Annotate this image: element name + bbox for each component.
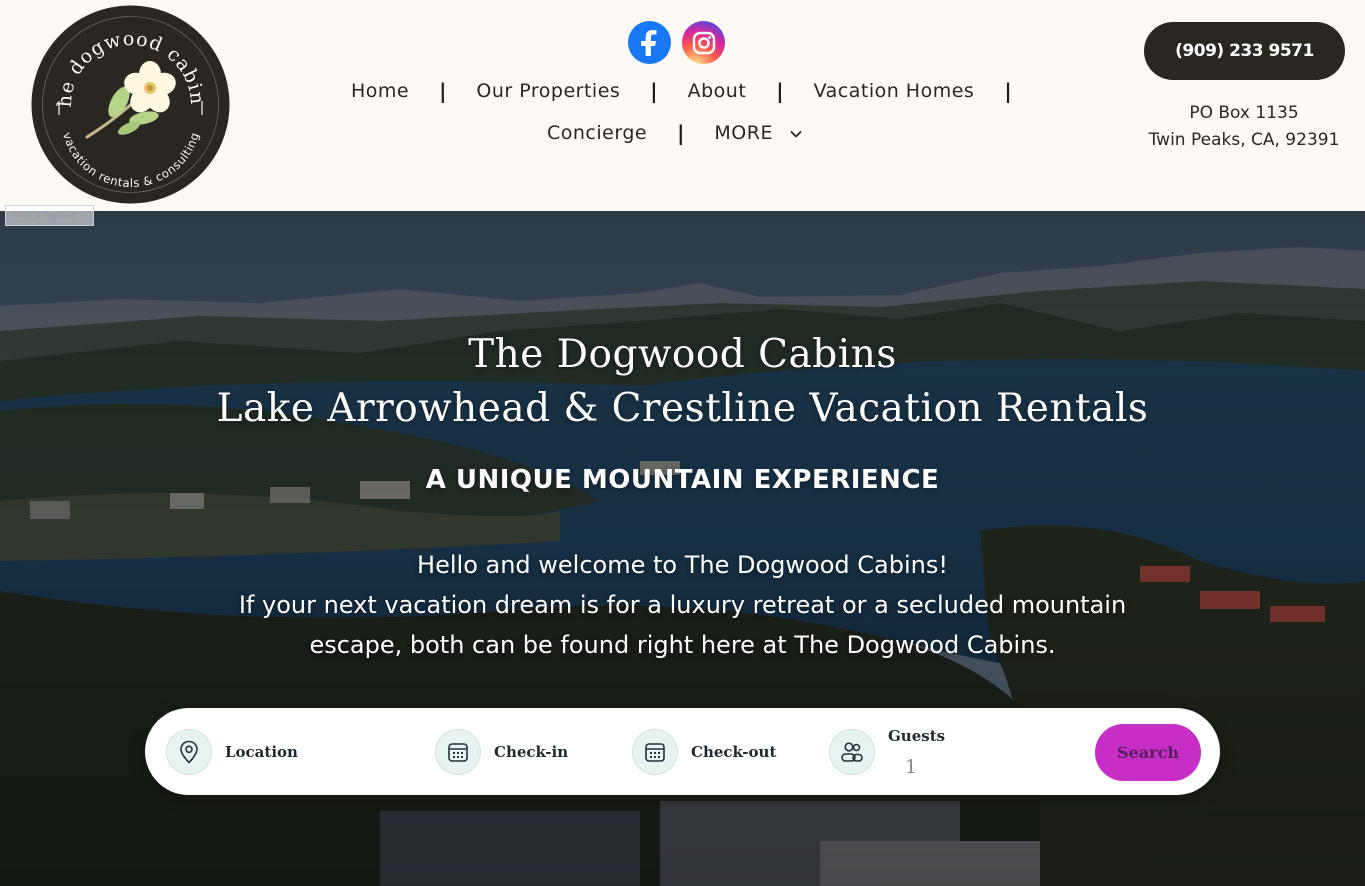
site-header: the dogwood cabins vacation rentals & co… xyxy=(0,0,1365,211)
nav-about-link[interactable]: About xyxy=(688,80,747,102)
facebook-icon[interactable] xyxy=(628,21,671,64)
phone-button[interactable]: (909) 233 9571 xyxy=(1144,22,1345,80)
search-button[interactable]: Search xyxy=(1095,724,1201,781)
address-block: PO Box 1135 Twin Peaks, CA, 92391 xyxy=(1130,100,1358,154)
guests-block: Guests 1 xyxy=(888,708,978,795)
nav-home-link[interactable]: Home xyxy=(351,80,409,102)
guests-label: Guests xyxy=(888,727,946,745)
hero-subtitle: A UNIQUE MOUNTAIN EXPERIENCE xyxy=(425,465,940,495)
location-pin-icon xyxy=(166,728,212,775)
hero-body-line-2: If your next vacation dream is for a lux… xyxy=(238,591,1127,619)
nav-separator: | xyxy=(1004,79,1012,103)
capture-overlay-label[interactable]: Start a capture xyxy=(5,205,94,226)
hero-body-line-3: escape, both can be found right here at … xyxy=(309,631,1056,659)
location-field[interactable]: Location xyxy=(166,708,298,795)
location-label: Location xyxy=(225,742,298,761)
nav-separator: | xyxy=(776,79,784,103)
address-line-2: Twin Peaks, CA, 92391 xyxy=(1148,130,1340,150)
hero-body-line-1: Hello and welcome to The Dogwood Cabins! xyxy=(417,551,948,579)
hero-section: The Dogwood Cabins Lake Arrowhead & Cres… xyxy=(0,211,1365,886)
nav-more-dropdown[interactable]: MORE xyxy=(714,122,802,144)
checkout-label: Check-out xyxy=(691,742,777,761)
checkin-label: Check-in xyxy=(494,742,569,761)
checkout-field[interactable]: Check-out xyxy=(632,708,776,795)
chevron-down-icon xyxy=(789,130,802,138)
dogwood-cabins-logo[interactable]: the dogwood cabins vacation rentals & co… xyxy=(31,5,230,204)
nav-separator: | xyxy=(677,121,685,145)
booking-search-bar: Location Check-in Check-out Guests 1 Sea… xyxy=(145,708,1220,795)
nav-separator: | xyxy=(650,79,658,103)
nav-vacation-homes-link[interactable]: Vacation Homes xyxy=(814,80,975,102)
hero-title-line-2: Lake Arrowhead & Crestline Vacation Rent… xyxy=(216,386,1149,431)
hero-title: The Dogwood Cabins Lake Arrowhead & Cres… xyxy=(0,328,1365,436)
nav-separator: | xyxy=(439,79,447,103)
guests-icon xyxy=(829,728,875,775)
checkin-field[interactable]: Check-in xyxy=(435,708,568,795)
hero-title-line-1: The Dogwood Cabins xyxy=(468,332,897,377)
nav-more-label: MORE xyxy=(714,122,773,144)
instagram-icon[interactable] xyxy=(682,21,725,64)
address-line-1: PO Box 1135 xyxy=(1189,103,1299,123)
hero-body: Hello and welcome to The Dogwood Cabins!… xyxy=(150,545,1215,665)
nav-concierge-link[interactable]: Concierge xyxy=(547,122,647,144)
main-nav-row-2: Concierge | MORE xyxy=(547,118,802,148)
calendar-icon xyxy=(632,728,678,775)
guests-field[interactable]: Guests 1 xyxy=(829,708,978,795)
nav-our-properties-link[interactable]: Our Properties xyxy=(476,80,620,102)
main-nav-row-1: Home | Our Properties | About | Vacation… xyxy=(351,76,1042,106)
calendar-icon xyxy=(435,728,481,775)
guests-count-input[interactable]: 1 xyxy=(905,756,917,778)
